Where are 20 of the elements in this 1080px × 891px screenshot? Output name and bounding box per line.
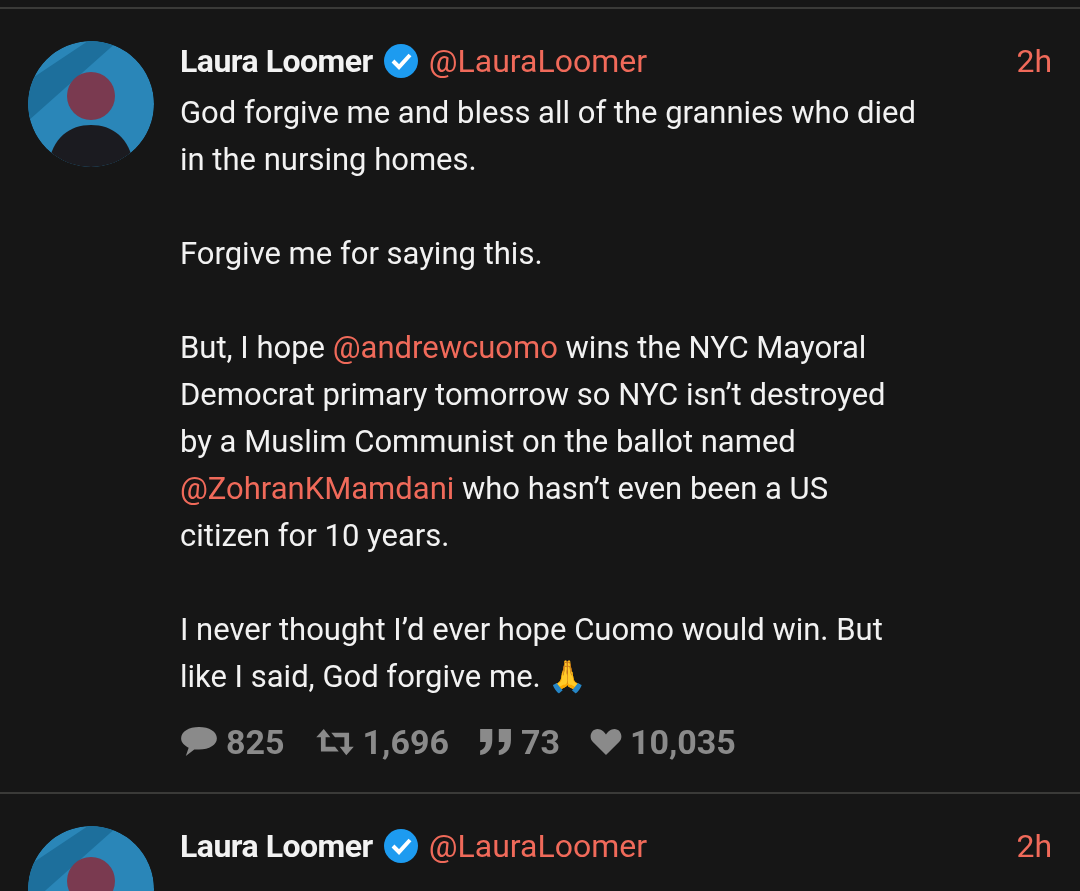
stat-count: 73 bbox=[520, 722, 560, 762]
author-name[interactable]: Laura Loomer bbox=[180, 827, 373, 865]
timestamp: 2h bbox=[1016, 827, 1052, 865]
tweet-text: God forgive me and bless all of the grannies who died in the nursing homes. bbox=[180, 93, 917, 180]
heart-icon[interactable] bbox=[589, 728, 622, 756]
user-handle[interactable]: @LauraLoomer bbox=[428, 42, 648, 80]
stat-count: 825 bbox=[226, 722, 285, 762]
author-name[interactable]: Laura Loomer bbox=[180, 42, 373, 80]
mention-link[interactable]: @andrewcuomo bbox=[332, 329, 558, 366]
stat-count: 10,035 bbox=[629, 722, 736, 762]
mention-link[interactable]: @ZohranKMamdani bbox=[180, 470, 455, 507]
tweet-text: But, I hope @andrewcuomo wins the NYC Mayoral Democrat primary tomorrow so NYC isn’t destroyed by a Muslim Communist on the ballot named @ZohranKMamdani who hasn’t even been a US citizen for 10 years. bbox=[180, 328, 887, 556]
tweet-text: I never thought I’d ever hope Cuomo would win. But like I said, God forgive me. 🙏 bbox=[180, 610, 884, 697]
tweet-text: Forgive me for saying this. bbox=[180, 234, 544, 274]
timestamp: 2h bbox=[1016, 42, 1052, 80]
stat-count: 1,696 bbox=[362, 722, 449, 762]
retweet-icon[interactable] bbox=[314, 727, 355, 757]
user-handle[interactable]: @LauraLoomer bbox=[428, 827, 648, 865]
speech-bubble-icon[interactable] bbox=[180, 726, 218, 758]
quote-icon[interactable] bbox=[478, 728, 513, 756]
